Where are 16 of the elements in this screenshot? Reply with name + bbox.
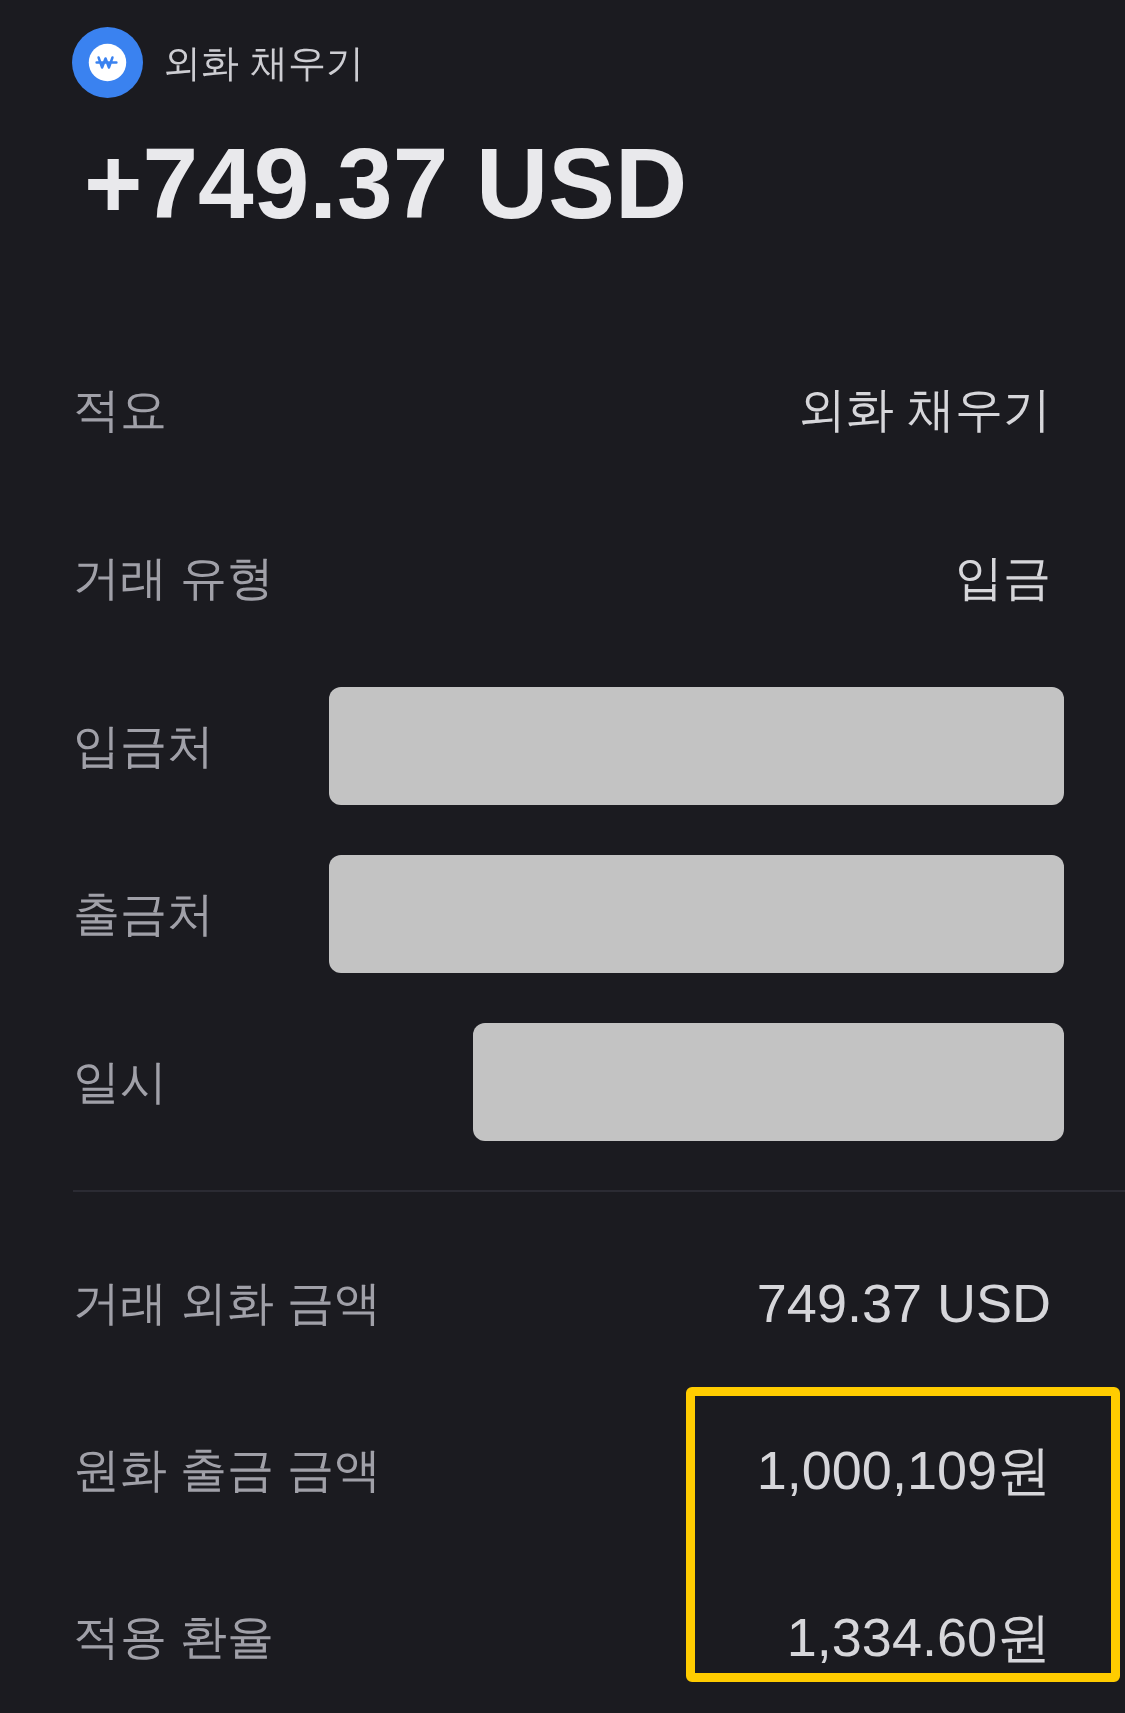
- detail-label: 거래 유형: [73, 550, 275, 606]
- transaction-amount: +749.37 USD: [84, 127, 688, 239]
- amount-label: 원화 출금 금액: [73, 1442, 382, 1498]
- detail-label: 출금처: [73, 886, 214, 942]
- amount-value: 1,334.60원: [786, 1609, 1051, 1665]
- header-title: 외화 채우기: [163, 40, 364, 85]
- detail-value: 외화 채우기: [797, 382, 1051, 438]
- amount-value: 1,000,109원: [756, 1442, 1051, 1498]
- detail-label: 적요: [73, 382, 167, 438]
- detail-label: 입금처: [73, 718, 214, 774]
- won-sign-icon: [72, 27, 143, 98]
- amount-label: 적용 환율: [73, 1609, 275, 1665]
- detail-value: 입금: [955, 550, 1051, 606]
- amount-label: 거래 외화 금액: [73, 1275, 382, 1331]
- detail-label: 일시: [73, 1054, 167, 1110]
- amount-value: 749.37 USD: [756, 1275, 1051, 1331]
